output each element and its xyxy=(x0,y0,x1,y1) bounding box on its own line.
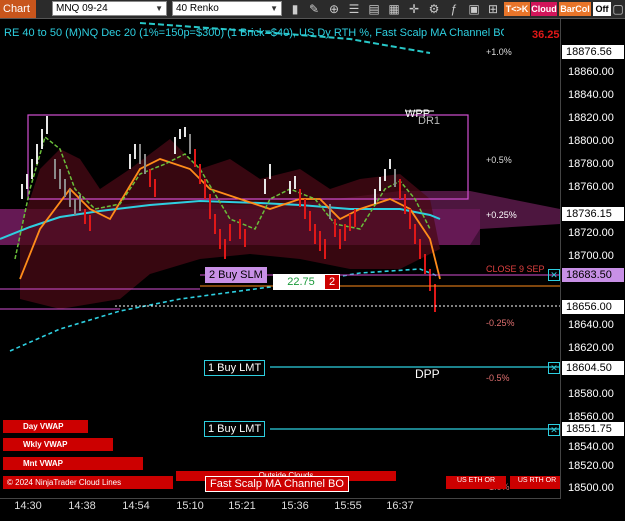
pct-label-plus1: +1.0% xyxy=(486,47,512,57)
price-tick: 18820.00 xyxy=(568,112,614,124)
mnt-vwap-button[interactable]: Mnt VWAP xyxy=(3,457,143,470)
price-tick: 18700.00 xyxy=(568,250,614,262)
buy-lmt-order-label-2[interactable]: 1 Buy LMT xyxy=(204,421,266,437)
cloud-button[interactable]: Cloud xyxy=(531,2,557,16)
buy-slm-order-price[interactable]: 22.75 xyxy=(273,274,329,290)
price-tick: 18780.00 xyxy=(568,158,614,170)
price-tick: 18540.00 xyxy=(568,441,614,453)
chevron-down-icon: ▼ xyxy=(155,4,163,13)
price-label-lmt2-order: 18551.75 xyxy=(562,422,624,436)
price-tick: 18860.00 xyxy=(568,66,614,78)
chart-title-value: 36.25 xyxy=(532,29,560,41)
indicators-icon[interactable]: ƒ xyxy=(446,1,462,17)
templates-icon[interactable]: ▤ xyxy=(366,1,382,17)
dpp-label: DPP xyxy=(415,367,440,381)
price-tick: 18620.00 xyxy=(568,342,614,354)
price-tick: 18640.00 xyxy=(568,319,614,331)
crosshair-icon[interactable]: ✛ xyxy=(406,1,422,17)
buy-slm-order-qty[interactable]: 2 xyxy=(324,274,340,290)
tab-icon[interactable]: ▢ xyxy=(612,1,624,17)
price-label-lmt1-order: 18604.50 xyxy=(562,361,624,375)
buy-lmt-order-label-1[interactable]: 1 Buy LMT xyxy=(204,360,266,376)
pct-label-plus05: +0.5% xyxy=(486,155,512,165)
bar-type-selector[interactable]: 40 Renko ▼ xyxy=(172,1,282,16)
dr1-label: DR1 xyxy=(418,115,441,127)
drawing-tools-icon[interactable]: ⊞ xyxy=(485,1,501,17)
barcol-button[interactable]: BarCol xyxy=(559,2,591,16)
properties-icon[interactable]: ☰ xyxy=(346,1,362,17)
price-label-top: 18876.56 xyxy=(562,45,624,59)
close-icon[interactable]: ✕ xyxy=(548,269,560,281)
close-icon[interactable]: ✕ xyxy=(548,424,560,436)
pct-label-minus05: -0.5% xyxy=(486,373,510,383)
zoom-in-icon[interactable]: ⊕ xyxy=(326,1,342,17)
time-tick: 15:21 xyxy=(228,500,256,512)
bar-style-icon[interactable]: ▮ xyxy=(287,1,303,17)
time-tick: 14:54 xyxy=(122,500,150,512)
chart-trader-icon[interactable]: ▣ xyxy=(466,1,482,17)
price-tick: 18840.00 xyxy=(568,89,614,101)
time-tick: 15:10 xyxy=(176,500,204,512)
close-label: CLOSE 9 SEP xyxy=(486,264,545,274)
instrument-value: MNQ 09-24 xyxy=(56,3,108,14)
time-tick: 14:30 xyxy=(14,500,42,512)
wkly-vwap-button[interactable]: Wkly VWAP xyxy=(3,438,113,451)
price-tick: 18720.00 xyxy=(568,227,614,239)
chart-title: RE 40 to 50 (M)NQ Dec 20 (1%=150p=$300) … xyxy=(4,27,504,39)
strategies-icon[interactable]: ⚙ xyxy=(426,1,442,17)
time-tick: 16:37 xyxy=(386,500,414,512)
close-icon[interactable]: ✕ xyxy=(548,362,560,374)
price-label-last: 18656.00 xyxy=(562,300,624,314)
day-vwap-button[interactable]: Day VWAP xyxy=(3,420,88,433)
chevron-down-icon: ▼ xyxy=(270,4,278,13)
time-tick: 15:55 xyxy=(334,500,362,512)
pct-label-minus025: -0.25% xyxy=(486,318,515,328)
off-button[interactable]: Off xyxy=(593,2,611,16)
time-tick: 14:38 xyxy=(68,500,96,512)
price-label-slm-order: 18683.50 xyxy=(562,268,624,282)
buy-slm-order-label[interactable]: 2 Buy SLM xyxy=(205,267,267,283)
price-label-mid: 18736.15 xyxy=(562,207,624,221)
cloud-lines-button[interactable]: © 2024 NinjaTrader Cloud Lines xyxy=(3,476,173,489)
price-tick: 18760.00 xyxy=(568,181,614,193)
price-tick: 18520.00 xyxy=(568,460,614,472)
price-tick: 18500.00 xyxy=(568,482,614,494)
chart-tab[interactable]: Chart xyxy=(0,0,36,18)
us-eth-or-button[interactable]: US ETH OR xyxy=(446,476,506,489)
price-tick: 18580.00 xyxy=(568,388,614,400)
tk-button[interactable]: T<>K xyxy=(504,2,530,16)
price-tick: 18800.00 xyxy=(568,135,614,147)
us-rth-or-button[interactable]: US RTH OR xyxy=(510,476,564,489)
pct-label-plus025: +0.25% xyxy=(486,210,517,220)
bar-type-value: 40 Renko xyxy=(176,3,219,14)
data-box-icon[interactable]: ▦ xyxy=(386,1,402,17)
time-tick: 15:36 xyxy=(281,500,309,512)
instrument-selector[interactable]: MNQ 09-24 ▼ xyxy=(52,1,167,16)
fast-scalp-button[interactable]: Fast Scalp MA Channel BO xyxy=(205,476,349,492)
draw-icon[interactable]: ✎ xyxy=(306,1,322,17)
